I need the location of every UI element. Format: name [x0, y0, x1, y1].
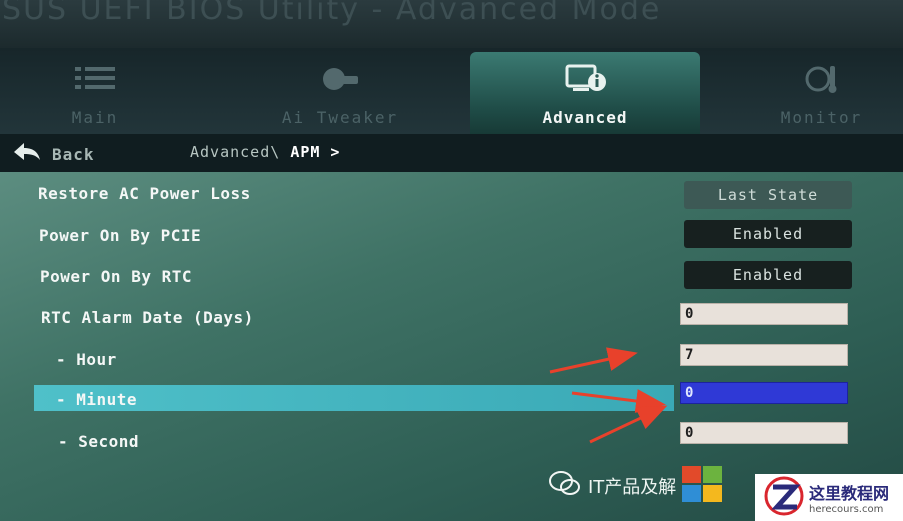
breadcrumb: Advanced\ APM >: [190, 143, 340, 161]
breadcrumb-current: APM >: [290, 143, 341, 161]
tab-bar: Main Ai Tweaker Advanced Monitor: [0, 48, 903, 134]
windows-logo-icon: [682, 466, 723, 506]
minute-field[interactable]: 0: [680, 382, 848, 404]
back-button[interactable]: Back: [12, 140, 95, 168]
bios-screen: SUS UEFI BIOS Utility - Advanced Mode Ma…: [0, 0, 903, 521]
back-arrow-icon: [12, 140, 42, 168]
power-on-by-pcie-value[interactable]: Enabled: [684, 220, 852, 248]
tab-main-label: Main: [71, 108, 119, 127]
setting-row-rtc-alarm-date[interactable]: RTC Alarm Date (Days) 0: [0, 302, 903, 332]
site-watermark: 这里教程网 herecours.com: [755, 474, 903, 521]
tab-ai-tweaker[interactable]: Ai Tweaker: [240, 52, 440, 134]
setting-label: Power On By PCIE: [39, 226, 202, 245]
setting-label: - Minute: [56, 390, 138, 409]
setting-label: - Hour: [56, 350, 117, 369]
setting-row-power-on-by-rtc[interactable]: Power On By RTC Enabled: [0, 261, 903, 291]
breadcrumb-parent[interactable]: Advanced\: [190, 143, 280, 161]
navigation-bar: Back Advanced\ APM >: [0, 134, 903, 172]
setting-row-second[interactable]: - Second 0: [0, 422, 903, 456]
tab-main[interactable]: Main: [0, 52, 190, 134]
restore-ac-power-loss-value[interactable]: Last State: [684, 181, 852, 209]
monitor-icon: [800, 64, 844, 98]
tab-monitor[interactable]: Monitor: [740, 52, 903, 134]
setting-row-hour[interactable]: - Hour 7: [0, 344, 903, 374]
wechat-watermark-text: IT产品及解: [588, 477, 677, 498]
site-logo-icon: [759, 475, 809, 521]
advanced-icon: [563, 64, 607, 98]
tab-monitor-label: Monitor: [780, 108, 863, 127]
setting-label: - Second: [58, 432, 140, 451]
setting-row-restore-ac-power-loss[interactable]: Restore AC Power Loss Last State: [0, 178, 903, 209]
rtc-alarm-date-field[interactable]: 0: [680, 303, 848, 325]
title-bar: SUS UEFI BIOS Utility - Advanced Mode: [0, 0, 903, 48]
site-url: herecours.com: [809, 504, 884, 515]
setting-label: RTC Alarm Date (Days): [41, 308, 254, 327]
tab-ai-tweaker-label: Ai Tweaker: [281, 108, 399, 127]
settings-panel: Restore AC Power Loss Last State Power O…: [0, 172, 903, 521]
site-name: 这里教程网: [809, 484, 890, 503]
power-on-by-rtc-value[interactable]: Enabled: [684, 261, 852, 289]
wechat-watermark: IT产品及解: [548, 466, 723, 506]
window-title: SUS UEFI BIOS Utility - Advanced Mode: [2, 0, 661, 27]
brand-fragment: SUS: [2, 0, 69, 27]
setting-row-minute[interactable]: - Minute 0: [0, 382, 903, 412]
list-icon: [73, 64, 117, 96]
tab-advanced-label: Advanced: [542, 108, 628, 127]
site-watermark-texts: 这里教程网 herecours.com: [809, 480, 889, 515]
hour-field[interactable]: 7: [680, 344, 848, 366]
setting-row-power-on-by-pcie[interactable]: Power On By PCIE Enabled: [0, 220, 903, 250]
setting-label: Power On By RTC: [40, 267, 192, 286]
second-field[interactable]: 0: [680, 422, 848, 444]
back-label: Back: [52, 144, 95, 164]
wechat-icon: [548, 470, 582, 502]
tab-advanced[interactable]: Advanced: [470, 52, 700, 134]
window-title-text: UEFI BIOS Utility - Advanced Mode: [79, 0, 662, 27]
tweaker-icon: [318, 64, 362, 98]
setting-label: Restore AC Power Loss: [38, 184, 251, 203]
